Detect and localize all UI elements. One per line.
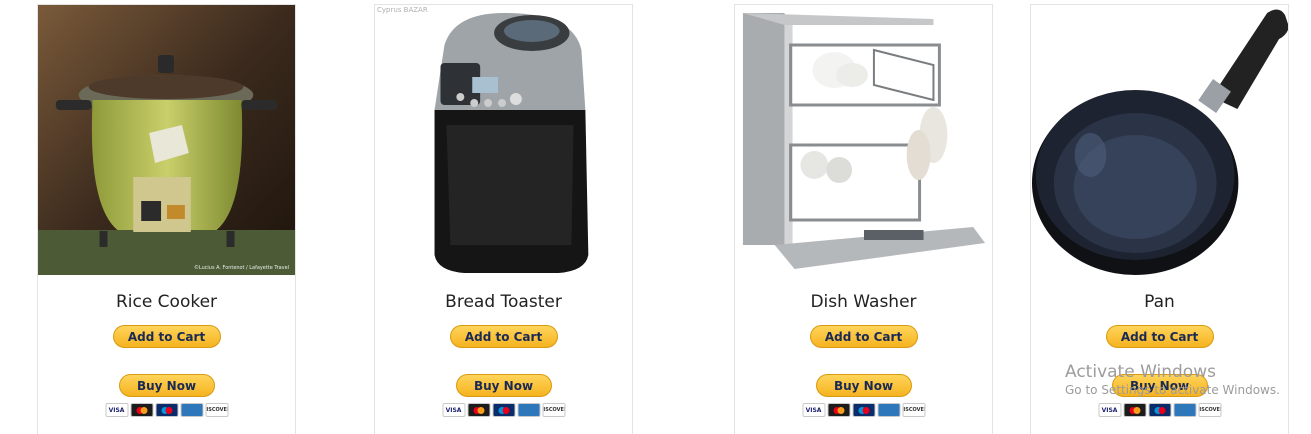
product-card-bread-toaster: Cyprus BAZAR Bread Toaster Add to Cart B…: [374, 4, 633, 434]
visa-icon: VISA: [802, 403, 825, 417]
buy-now-button[interactable]: Buy Now: [455, 374, 552, 397]
maestro-icon: [1148, 403, 1171, 417]
discover-icon: DISCOVER: [902, 403, 925, 417]
mastercard-icon: [467, 403, 490, 417]
add-to-cart-button[interactable]: Add to Cart: [449, 325, 558, 348]
discover-icon: DISCOVER: [542, 403, 565, 417]
product-card-dish-washer: Dish Washer Add to Cart Buy Now VISA DIS…: [734, 4, 993, 434]
add-to-cart-button[interactable]: Add to Cart: [1105, 325, 1214, 348]
product-title: Pan: [1144, 292, 1175, 312]
rice-cooker-image[interactable]: ©Lucius A. Fontenot / Lafayette Travel: [38, 5, 295, 275]
add-to-cart-button[interactable]: Add to Cart: [112, 325, 221, 348]
product-title: Dish Washer: [810, 292, 917, 312]
visa-icon: VISA: [1098, 403, 1121, 417]
amex-icon: [517, 403, 540, 417]
mastercard-icon: [827, 403, 850, 417]
amex-icon: [877, 403, 900, 417]
discover-icon: DISCOVER: [205, 403, 228, 417]
product-card-rice-cooker: ©Lucius A. Fontenot / Lafayette Travel R…: [37, 4, 296, 434]
add-to-cart-button[interactable]: Add to Cart: [809, 325, 918, 348]
maestro-icon: [852, 403, 875, 417]
payment-cards: VISA DISCOVER: [442, 403, 565, 417]
product-title: Bread Toaster: [445, 292, 562, 312]
buy-now-button[interactable]: Buy Now: [1111, 374, 1208, 397]
buy-now-button[interactable]: Buy Now: [815, 374, 912, 397]
bazar-logo-watermark: Cyprus BAZAR: [377, 6, 428, 14]
amex-icon: [1173, 403, 1196, 417]
product-title: Rice Cooker: [115, 292, 218, 312]
payment-cards: VISA DISCOVER: [105, 403, 228, 417]
visa-icon: VISA: [105, 403, 128, 417]
amex-icon: [180, 403, 203, 417]
photo-credit: ©Lucius A. Fontenot / Lafayette Travel: [194, 264, 289, 271]
payment-cards: VISA DISCOVER: [802, 403, 925, 417]
mastercard-icon: [1123, 403, 1146, 417]
dish-washer-image[interactable]: [735, 5, 992, 275]
maestro-icon: [492, 403, 515, 417]
maestro-icon: [155, 403, 178, 417]
pan-image[interactable]: [1031, 5, 1288, 275]
discover-icon: DISCOVER: [1198, 403, 1221, 417]
mastercard-icon: [130, 403, 153, 417]
payment-cards: VISA DISCOVER: [1098, 403, 1221, 417]
buy-now-button[interactable]: Buy Now: [118, 374, 215, 397]
bread-toaster-image[interactable]: [375, 5, 632, 275]
visa-icon: VISA: [442, 403, 465, 417]
product-card-pan: Pan Add to Cart Buy Now VISA DISCOVER: [1030, 4, 1289, 434]
